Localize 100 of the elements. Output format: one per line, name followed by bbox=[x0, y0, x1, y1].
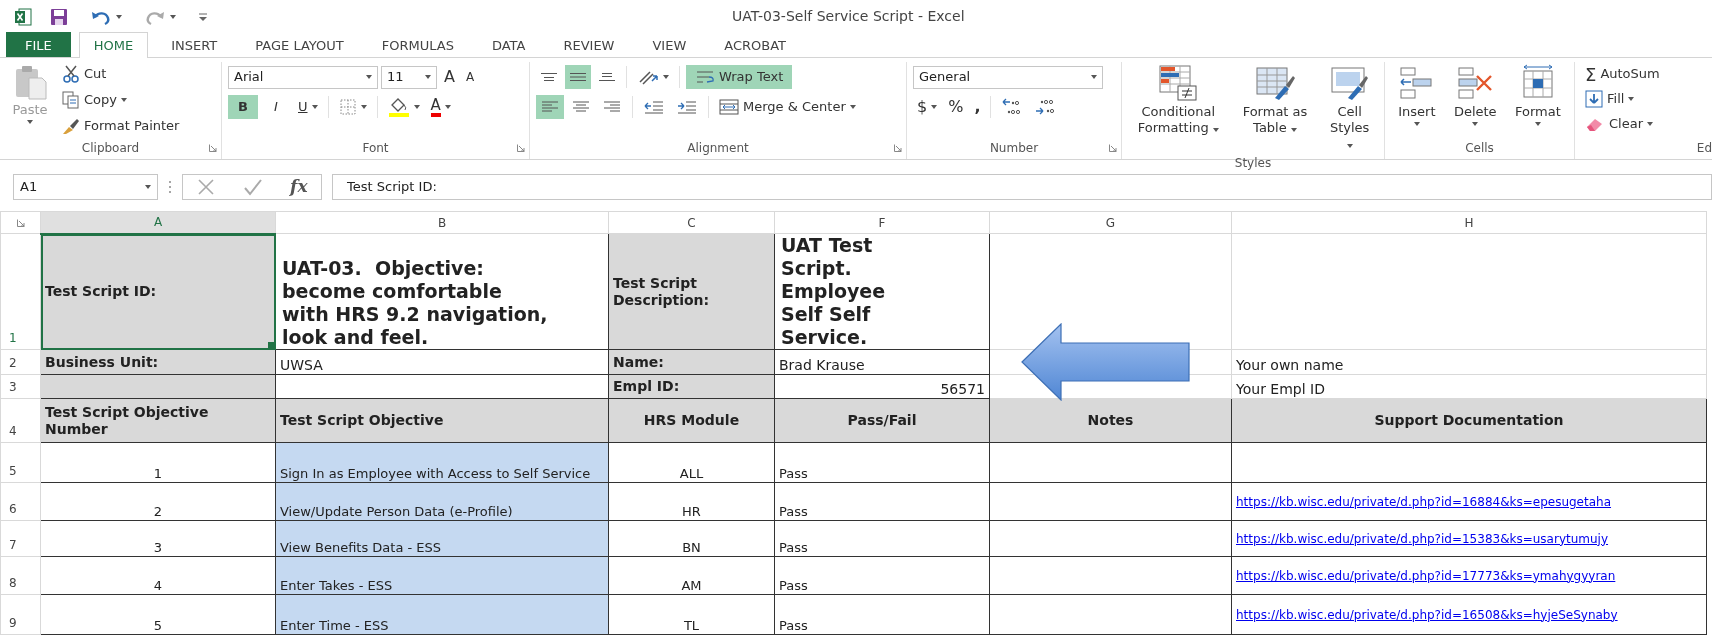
table-cell: 4 bbox=[40, 556, 276, 595]
select-all-icon[interactable] bbox=[16, 219, 25, 227]
align-middle-button[interactable] bbox=[565, 65, 591, 89]
ribbon-tab[interactable]: FILE bbox=[6, 32, 71, 57]
group-label: Clipboard bbox=[81, 141, 140, 155]
copy-button[interactable]: Copy bbox=[58, 88, 184, 112]
comma-button[interactable]: , bbox=[970, 95, 985, 119]
table-cell: Enter Time - ESS bbox=[275, 594, 609, 635]
italic-button[interactable]: I bbox=[261, 95, 291, 119]
link[interactable]: https://kb.wisc.edu/private/d.php?id=15383&ks=usarytumujy bbox=[1236, 531, 1609, 546]
cut-button[interactable]: Cut bbox=[58, 62, 184, 86]
row-header[interactable]: 8 bbox=[0, 556, 41, 595]
number-format-field[interactable]: General bbox=[913, 65, 1103, 89]
column-header[interactable]: C bbox=[608, 211, 775, 234]
link[interactable]: https://kb.wisc.edu/private/d.php?id=16884&ks=epesugetaha bbox=[1236, 494, 1612, 509]
ribbon-tab[interactable]: DATA bbox=[476, 32, 541, 57]
decrease-decimal-icon bbox=[1034, 98, 1057, 116]
link[interactable]: https://kb.wisc.edu/private/d.php?id=16508&ks=hyjeSeSynaby bbox=[1236, 607, 1618, 622]
row-header[interactable]: 7 bbox=[0, 520, 41, 557]
format-as-table-button[interactable]: Format as Table bbox=[1235, 62, 1315, 154]
row-header[interactable]: 2 bbox=[0, 349, 41, 375]
formula-field[interactable]: Test Script ID: bbox=[332, 173, 1712, 200]
wrap-text-button[interactable]: Wrap Text bbox=[686, 65, 793, 89]
column-header[interactable]: F bbox=[774, 211, 990, 234]
table-cell: Pass bbox=[774, 594, 990, 635]
column-heading: HRS Module bbox=[608, 398, 775, 443]
font-name-field[interactable]: Arial bbox=[228, 65, 378, 89]
caret-icon bbox=[849, 105, 856, 109]
caret-icon bbox=[1647, 122, 1653, 126]
insert-function-button[interactable]: fx bbox=[286, 174, 312, 199]
dialog-launcher-icon[interactable] bbox=[209, 144, 217, 152]
link[interactable]: https://kb.wisc.edu/private/d.php?id=17773&ks=ymahygyyran bbox=[1236, 568, 1616, 583]
font-color-button[interactable]: A bbox=[426, 95, 455, 119]
shrink-font-button[interactable]: A bbox=[461, 65, 479, 89]
column-header[interactable]: A bbox=[40, 211, 276, 234]
dialog-launcher-icon[interactable] bbox=[517, 144, 525, 152]
ribbon-tab[interactable]: VIEW bbox=[637, 32, 702, 57]
row-header[interactable]: 1 bbox=[0, 233, 41, 350]
group-label: Font bbox=[362, 141, 389, 155]
font-size-field[interactable]: 11 bbox=[381, 65, 437, 89]
insert-cells-button[interactable]: Insert bbox=[1394, 62, 1440, 139]
ribbon-tab[interactable]: INSERT bbox=[156, 32, 233, 57]
cell-styles-button[interactable]: Cell Styles bbox=[1323, 62, 1376, 154]
underline-button[interactable]: U bbox=[294, 95, 322, 119]
format-cells-button[interactable]: Format bbox=[1511, 62, 1565, 139]
field-label[interactable]: Test Script ID: bbox=[40, 233, 276, 350]
table-cell: BN bbox=[608, 520, 775, 557]
field-value: Brad Krause bbox=[774, 349, 990, 375]
caret-icon bbox=[366, 75, 372, 79]
grow-font-button[interactable]: A bbox=[440, 65, 459, 89]
fill-button[interactable]: Fill bbox=[1581, 87, 1664, 111]
percent-button[interactable]: % bbox=[944, 95, 968, 119]
autosum-button[interactable]: Σ AutoSum bbox=[1581, 62, 1664, 86]
caret-icon bbox=[1472, 122, 1479, 126]
column-heading: Notes bbox=[989, 398, 1232, 443]
column-header[interactable]: G bbox=[989, 211, 1232, 234]
table-cell: 3 bbox=[40, 520, 276, 557]
ribbon-tab[interactable]: HOME bbox=[78, 32, 149, 58]
currency-button[interactable]: $ bbox=[913, 95, 942, 119]
clear-button[interactable]: Clear bbox=[1581, 112, 1664, 136]
caret-icon bbox=[170, 14, 176, 19]
align-top-icon bbox=[540, 72, 558, 82]
row-header[interactable]: 3 bbox=[0, 374, 41, 399]
row-header[interactable]: 5 bbox=[0, 442, 41, 483]
caret-icon bbox=[1212, 128, 1219, 132]
row-header[interactable]: 4 bbox=[0, 398, 41, 443]
ribbon-tab[interactable]: ACROBAT bbox=[709, 32, 801, 57]
merge-center-button[interactable]: Merge & Center bbox=[715, 95, 860, 119]
field-value: 56571 bbox=[774, 374, 990, 399]
align-middle-icon bbox=[569, 72, 587, 82]
table-cell: Pass bbox=[774, 520, 990, 557]
table-cell: Enter Takes - ESS bbox=[275, 556, 609, 595]
caret-icon bbox=[311, 105, 318, 109]
column-heading: Test Script Objective bbox=[275, 398, 609, 443]
conditional-formatting-button[interactable]: Conditional Formatting bbox=[1130, 62, 1227, 154]
caret-icon bbox=[425, 75, 431, 79]
align-left-button[interactable] bbox=[536, 95, 564, 119]
delete-cells-button[interactable]: Delete bbox=[1449, 62, 1501, 139]
caret-icon bbox=[116, 14, 122, 19]
angled-text-icon bbox=[637, 68, 659, 86]
field-label: Name: bbox=[608, 349, 775, 375]
row-header[interactable]: 6 bbox=[0, 482, 41, 521]
dialog-launcher-icon[interactable] bbox=[894, 144, 902, 152]
bold-button[interactable]: B bbox=[228, 95, 258, 119]
column-header[interactable]: H bbox=[1231, 211, 1707, 234]
dialog-launcher-icon[interactable] bbox=[1109, 144, 1117, 152]
caret-icon bbox=[1091, 75, 1097, 79]
spreadsheet-app-icon bbox=[14, 7, 32, 26]
name-box[interactable]: A1 bbox=[13, 173, 158, 200]
column-header[interactable]: B bbox=[275, 211, 609, 234]
fill-handle[interactable] bbox=[268, 342, 274, 348]
caret-icon bbox=[27, 120, 33, 124]
clipboard-icon bbox=[13, 64, 47, 100]
row-header[interactable]: 9 bbox=[0, 594, 41, 635]
ribbon-tab[interactable]: REVIEW bbox=[548, 32, 630, 57]
ribbon-tab[interactable]: FORMULAS bbox=[366, 32, 469, 57]
decrease-indent-icon bbox=[643, 99, 665, 115]
format-painter-button[interactable]: Format Painter bbox=[58, 114, 184, 138]
ribbon-tab[interactable]: PAGE LAYOUT bbox=[240, 32, 359, 57]
caret-icon bbox=[1534, 122, 1541, 126]
